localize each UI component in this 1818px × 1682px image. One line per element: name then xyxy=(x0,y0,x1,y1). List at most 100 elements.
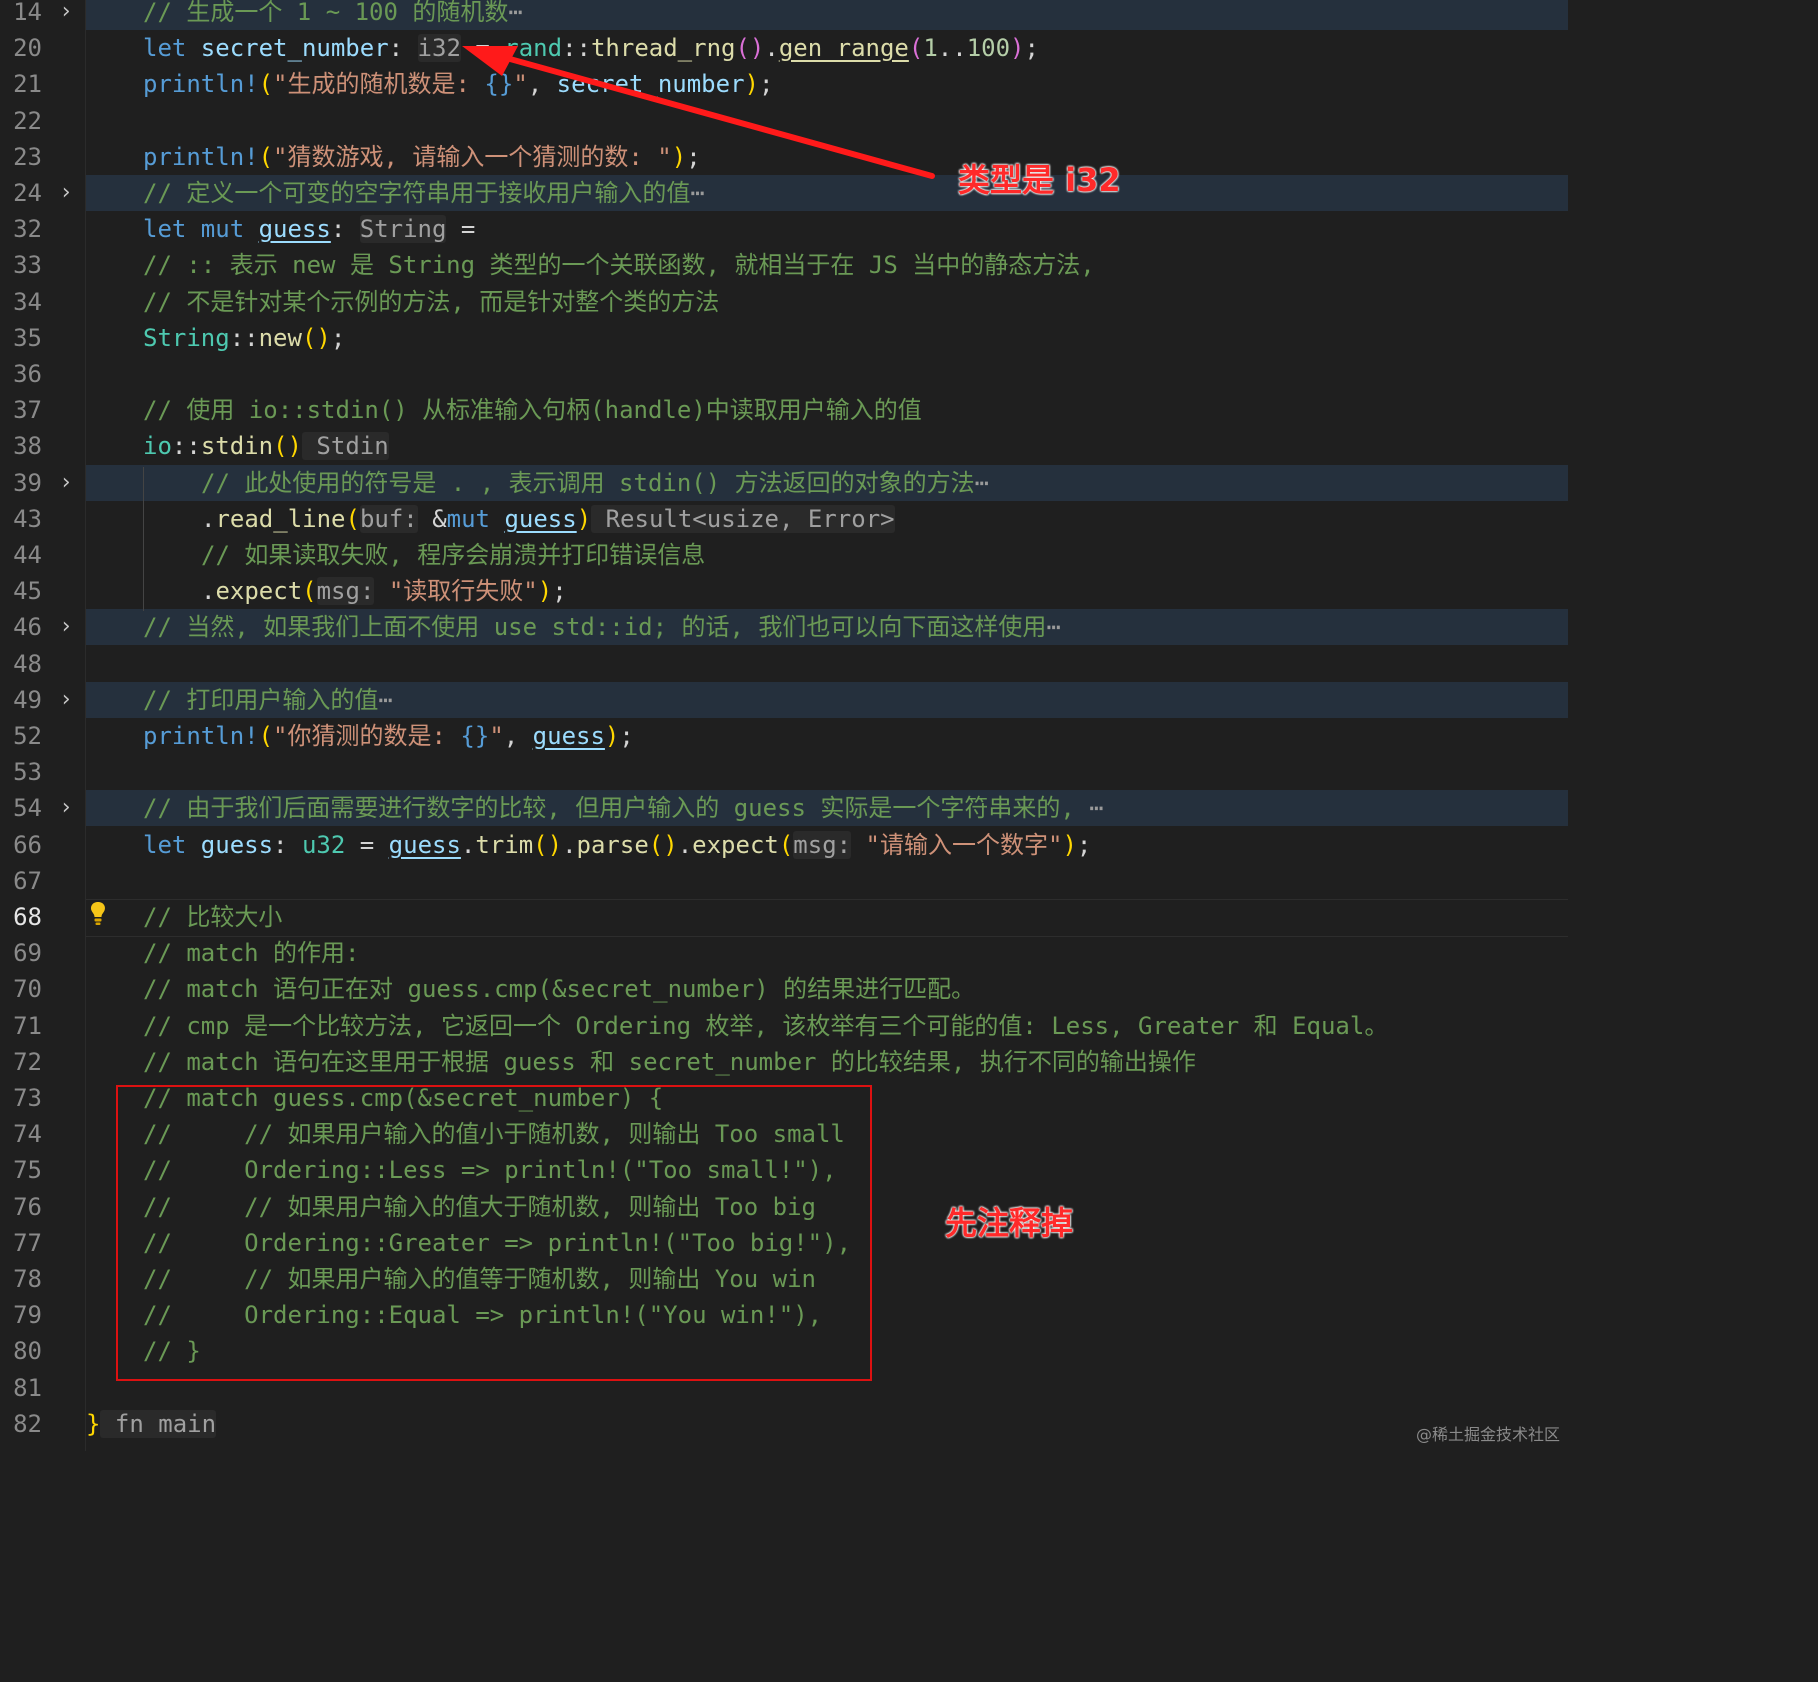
code-text[interactable]: // cmp 是一个比较方法, 它返回一个 Ordering 枚举, 该枚举有三… xyxy=(143,1008,1388,1044)
code-text[interactable]: // 不是针对某个示例的方法, 而是针对整个类的方法 xyxy=(143,284,719,320)
code-text[interactable]: // match 语句正在对 guess.cmp(&secret_number)… xyxy=(143,971,975,1007)
code-line-background xyxy=(86,863,1568,899)
code-line[interactable]: 43 .read_line(buf: &mut guess) Result<usi… xyxy=(0,501,1568,537)
chevron-right-icon[interactable]: › xyxy=(56,609,76,645)
code-token: ( xyxy=(345,505,360,533)
chevron-right-icon[interactable]: › xyxy=(56,682,76,718)
code-text[interactable]: .expect(msg: "读取行失败"); xyxy=(201,573,567,609)
line-number: 52 xyxy=(13,722,42,750)
code-text[interactable]: // match 的作用: xyxy=(143,935,360,971)
code-token: String xyxy=(359,215,447,243)
code-line[interactable]: 14 › // 生成一个 1 ~ 100 的随机数⋯ xyxy=(0,0,1568,30)
code-token: ; xyxy=(1076,831,1092,859)
code-line[interactable]: 71 // cmp 是一个比较方法, 它返回一个 Ordering 枚举, 该枚举… xyxy=(0,1008,1568,1044)
code-text[interactable]: println!("你猜测的数是: {}", guess); xyxy=(143,718,634,754)
code-token: () xyxy=(301,324,331,352)
code-editor[interactable]: 14 ›// 生成一个 1 ~ 100 的随机数⋯ 20 let secret_num… xyxy=(0,0,1568,1451)
code-line[interactable]: 46 › // 当然, 如果我们上面不使用 use std::id; 的话, 我们也… xyxy=(0,609,1568,645)
code-token: . xyxy=(677,831,693,859)
code-line[interactable]: 66 let guess: u32 = guess.trim().parse().… xyxy=(0,827,1568,863)
line-number: 68 xyxy=(13,903,42,931)
code-line[interactable]: 36 xyxy=(0,356,1568,392)
lightbulb-icon[interactable] xyxy=(88,900,108,928)
code-text[interactable]: // 比较大小 xyxy=(143,899,282,935)
code-token: ; xyxy=(330,324,346,352)
code-text[interactable]: // 当然, 如果我们上面不使用 use std::id; 的话, 我们也可以向… xyxy=(143,609,1061,645)
code-token: // 使用 io::stdin() 从标准输入句柄(handle)中读取用户输入… xyxy=(143,396,922,424)
code-text[interactable]: // 打印用户输入的值⋯ xyxy=(143,682,393,718)
code-token: msg: xyxy=(316,577,375,605)
code-token: mut xyxy=(446,505,505,533)
code-token: // cmp 是一个比较方法, 它返回一个 Ordering 枚举, 该枚举有三… xyxy=(143,1012,1389,1040)
code-token: "读取行失败" xyxy=(374,577,538,605)
line-number: 37 xyxy=(13,396,42,424)
code-line[interactable]: 70 // match 语句正在对 guess.cmp(&secret_numbe… xyxy=(0,971,1568,1007)
code-text[interactable]: // 如果读取失败, 程序会崩溃并打印错误信息 xyxy=(201,537,705,573)
chevron-right-icon[interactable]: › xyxy=(56,0,76,30)
code-token: ; xyxy=(552,577,567,605)
code-line[interactable]: 52 println!("你猜测的数是: {}", guess); xyxy=(0,718,1568,754)
code-text[interactable]: // 由于我们后面需要进行数字的比较, 但用户输入的 guess 实际是一个字符… xyxy=(143,790,1104,826)
code-line[interactable]: 69 // match 的作用: xyxy=(0,935,1568,971)
line-number: 71 xyxy=(13,1012,42,1040)
code-token: ⋯ xyxy=(378,686,393,714)
line-number: 72 xyxy=(13,1048,42,1076)
code-line[interactable]: 54 › // 由于我们后面需要进行数字的比较, 但用户输入的 guess 实际是一… xyxy=(0,790,1568,826)
code-line-background xyxy=(86,1406,1568,1442)
code-text[interactable]: String::new(); xyxy=(143,320,345,356)
line-number: 80 xyxy=(13,1337,42,1365)
code-text[interactable]: // 使用 io::stdin() 从标准输入句柄(handle)中读取用户输入… xyxy=(143,392,922,428)
code-line[interactable]: 39 › // 此处使用的符号是 . , 表示调用 stdin() 方法返回的对象的… xyxy=(0,465,1568,501)
code-line[interactable]: 82} fn main xyxy=(0,1406,1568,1442)
code-token: () xyxy=(273,432,302,460)
code-line[interactable]: 34 // 不是针对某个示例的方法, 而是针对整个类的方法 xyxy=(0,284,1568,320)
code-token: ; xyxy=(619,722,634,750)
code-text[interactable]: let mut guess: String = xyxy=(143,211,475,247)
chevron-right-icon[interactable]: › xyxy=(56,790,76,826)
code-token: : xyxy=(273,831,302,859)
code-text[interactable]: // 此处使用的符号是 . , 表示调用 stdin() 方法返回的对象的方法⋯ xyxy=(201,465,989,501)
code-token: expect xyxy=(692,831,779,859)
code-token: println! xyxy=(143,70,259,98)
code-line[interactable]: 44 // 如果读取失败, 程序会崩溃并打印错误信息 xyxy=(0,537,1568,573)
annotation-comment-out-note: 先注释掉 xyxy=(945,1204,1074,1242)
code-token: u32 xyxy=(301,831,346,859)
code-token: println! xyxy=(143,143,259,171)
code-line[interactable]: 72 // match 语句在这里用于根据 guess 和 secret_numb… xyxy=(0,1044,1568,1080)
code-line[interactable]: 32 let mut guess: String = xyxy=(0,211,1568,247)
code-token: ⋯ xyxy=(974,469,990,497)
code-line[interactable]: 48 xyxy=(0,646,1568,682)
code-line[interactable]: 45 .expect(msg: "读取行失败"); xyxy=(0,573,1568,609)
code-line[interactable]: 38 io::stdin() Stdin xyxy=(0,428,1568,464)
code-token: ( xyxy=(302,577,317,605)
code-text[interactable]: // match 语句在这里用于根据 guess 和 secret_number… xyxy=(143,1044,1196,1080)
code-line[interactable]: 49 › // 打印用户输入的值⋯ xyxy=(0,682,1568,718)
code-text[interactable]: // :: 表示 new 是 String 类型的一个关联函数, 就相当于在 J… xyxy=(143,247,1095,283)
code-text[interactable]: let guess: u32 = guess.trim().parse().ex… xyxy=(143,827,1091,863)
code-token: Result<usize, Error> xyxy=(591,505,895,533)
code-line[interactable]: 33 // :: 表示 new 是 String 类型的一个关联函数, 就相当于在… xyxy=(0,247,1568,283)
code-line-background xyxy=(86,356,1568,392)
code-line[interactable]: 37 // 使用 io::stdin() 从标准输入句柄(handle)中读取用户… xyxy=(0,392,1568,428)
code-text[interactable]: io::stdin() Stdin xyxy=(143,428,389,464)
annotation-type-note: 类型是 i32 xyxy=(958,161,1121,199)
code-token: ( xyxy=(258,70,274,98)
code-token: ( xyxy=(258,722,274,750)
code-line[interactable]: 68 // 比较大小 xyxy=(0,899,1568,937)
code-line[interactable]: 67 xyxy=(0,863,1568,899)
watermark: @稀土掘金技术社区 xyxy=(1415,1425,1560,1444)
code-token: () xyxy=(648,831,678,859)
chevron-right-icon[interactable]: › xyxy=(56,175,76,211)
line-number: 23 xyxy=(13,143,42,171)
code-token: ) xyxy=(604,722,620,750)
code-token: ; xyxy=(1024,34,1039,62)
code-token: io xyxy=(143,432,172,460)
code-text[interactable]: .read_line(buf: &mut guess) Result<usize… xyxy=(201,501,895,537)
line-number: 34 xyxy=(13,288,42,316)
line-number: 81 xyxy=(13,1374,42,1402)
code-text[interactable]: // 生成一个 1 ~ 100 的随机数⋯ xyxy=(143,0,523,30)
code-text[interactable]: } fn main xyxy=(86,1406,217,1442)
chevron-right-icon[interactable]: › xyxy=(56,465,76,501)
code-line[interactable]: 53 xyxy=(0,754,1568,790)
code-line[interactable]: 35 String::new(); xyxy=(0,320,1568,356)
